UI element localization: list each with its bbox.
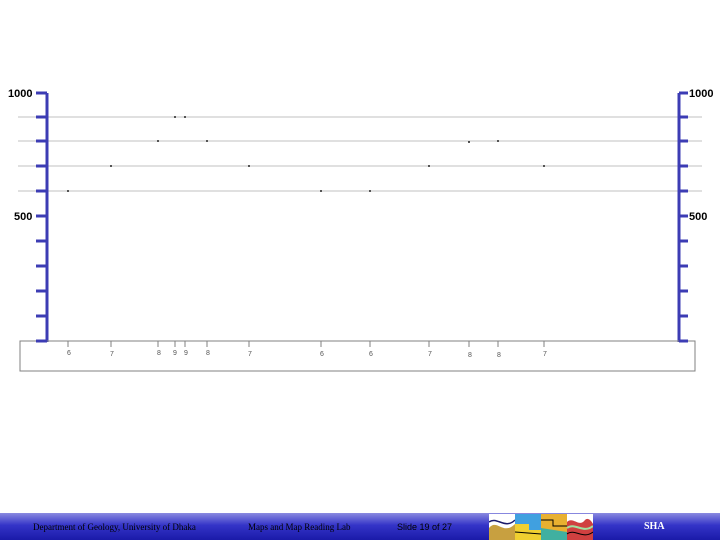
- footer-lab: Maps and Map Reading Lab: [248, 522, 351, 532]
- elevation-point: [174, 116, 176, 118]
- elevation-point: [184, 116, 186, 118]
- slide: 1000 1000 500 500 6 7 8 9 9 8 7 6 6 7 8 …: [0, 0, 720, 540]
- contour-label: 9: [184, 350, 188, 357]
- footer-slide-number: Slide 19 of 27: [397, 522, 453, 532]
- contour-label: 8: [206, 350, 210, 357]
- elevation-points: [67, 116, 545, 192]
- elevation-point: [67, 190, 69, 192]
- contour-label: 6: [369, 351, 373, 358]
- footer-author: SHA: [644, 521, 665, 532]
- left-axis-ticks: [36, 91, 47, 343]
- elevation-point: [468, 141, 470, 143]
- contour-label: 7: [248, 351, 252, 358]
- elevation-point: [428, 165, 430, 167]
- contour-label: 8: [497, 352, 501, 359]
- contour-label: 8: [468, 352, 472, 359]
- contour-label: 7: [543, 351, 547, 358]
- elevation-point: [320, 190, 322, 192]
- contour-ticks: [67, 341, 545, 347]
- elevation-point: [110, 165, 112, 167]
- contour-label: 6: [320, 351, 324, 358]
- elevation-point: [497, 140, 499, 142]
- map-strip-box: [19, 340, 696, 372]
- profile-graph: 6 7 8 9 9 8 7 6 6 7 8 8 7: [18, 91, 702, 372]
- footer-department: Department of Geology, University of Dha…: [33, 522, 196, 532]
- elevation-point: [157, 140, 159, 142]
- footer-bar: Department of Geology, University of Dha…: [0, 513, 720, 540]
- elevation-point: [206, 140, 208, 142]
- elevation-point: [369, 190, 371, 192]
- contour-label: 6: [67, 350, 71, 357]
- contour-label: 9: [173, 350, 177, 357]
- elevation-point: [543, 165, 545, 167]
- elevation-point: [248, 165, 250, 167]
- contour-label: 7: [428, 351, 432, 358]
- geology-logo-image: [489, 514, 593, 540]
- contour-label: 8: [157, 350, 161, 357]
- contour-labels: 6 7 8 9 9 8 7 6 6 7 8 8 7: [67, 350, 547, 359]
- contour-label: 7: [110, 351, 114, 358]
